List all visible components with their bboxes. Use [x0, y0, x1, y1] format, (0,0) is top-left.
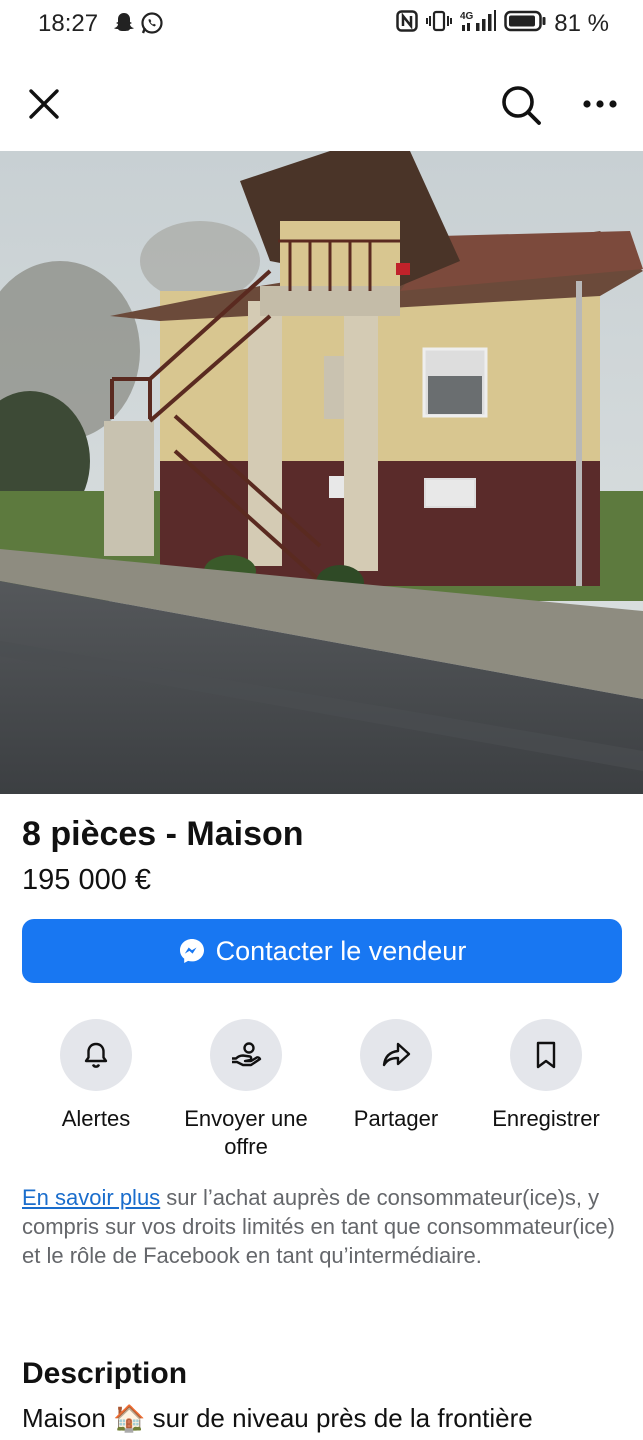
svg-text:4G: 4G: [460, 11, 474, 22]
contact-seller-label: Contacter le vendeur: [215, 935, 467, 966]
nfc-icon: [396, 10, 419, 37]
close-icon: [29, 89, 59, 119]
status-system-icons: 4G 81 %: [396, 9, 609, 38]
learn-more-link[interactable]: En savoir plus: [22, 1185, 160, 1210]
send-offer-action[interactable]: Envoyer une offre: [171, 1019, 321, 1161]
more-icon: [583, 100, 617, 108]
description-heading: Description: [22, 1357, 188, 1390]
save-action[interactable]: Enregistrer: [471, 1019, 621, 1133]
save-button[interactable]: [510, 1019, 582, 1091]
house-photo-illustration: [0, 151, 643, 794]
alerts-label: Alertes: [61, 1106, 131, 1131]
search-button[interactable]: [496, 80, 546, 130]
share-action[interactable]: Partager: [321, 1019, 471, 1133]
search-icon: [502, 86, 541, 125]
listing-price: 195 000 €: [22, 864, 152, 896]
whatsapp-icon: [140, 11, 164, 40]
vibrate-icon: [426, 10, 453, 37]
close-button[interactable]: [22, 82, 66, 126]
alerts-button[interactable]: [60, 1019, 132, 1091]
listing-title: 8 pièces - Maison: [22, 815, 304, 853]
battery-icon: [504, 10, 546, 37]
alerts-action[interactable]: Alertes: [21, 1019, 171, 1133]
messenger-icon: [179, 939, 204, 963]
action-row: Alertes Envoyer une offre Partager Enreg…: [0, 1019, 643, 1169]
contact-seller-button[interactable]: Contacter le vendeur: [22, 919, 622, 983]
battery-percent: 81 %: [554, 9, 609, 37]
share-button[interactable]: [360, 1019, 432, 1091]
listing-photo[interactable]: [0, 151, 643, 794]
snapchat-icon: [113, 11, 135, 40]
share-label: Partager: [353, 1106, 439, 1131]
send-offer-button[interactable]: [210, 1019, 282, 1091]
status-notification-icons: [113, 11, 164, 40]
status-bar: 18:27 4G 81 %: [0, 0, 643, 52]
more-options-button[interactable]: [578, 82, 622, 126]
send-offer-label: Envoyer une offre: [184, 1106, 308, 1159]
description-text: Maison 🏠 sur de niveau près de la fronti…: [22, 1403, 533, 1433]
buyer-info-paragraph: En savoir plus sur l’achat auprès de con…: [22, 1183, 622, 1270]
bell-icon: [84, 1042, 108, 1068]
status-time: 18:27: [38, 10, 99, 37]
offer-hand-icon: [232, 1042, 262, 1067]
save-label: Enregistrer: [492, 1106, 600, 1131]
share-arrow-icon: [382, 1042, 411, 1067]
4g-signal-icon: 4G: [460, 9, 497, 38]
top-nav: [0, 72, 643, 136]
bookmark-icon: [536, 1041, 556, 1069]
